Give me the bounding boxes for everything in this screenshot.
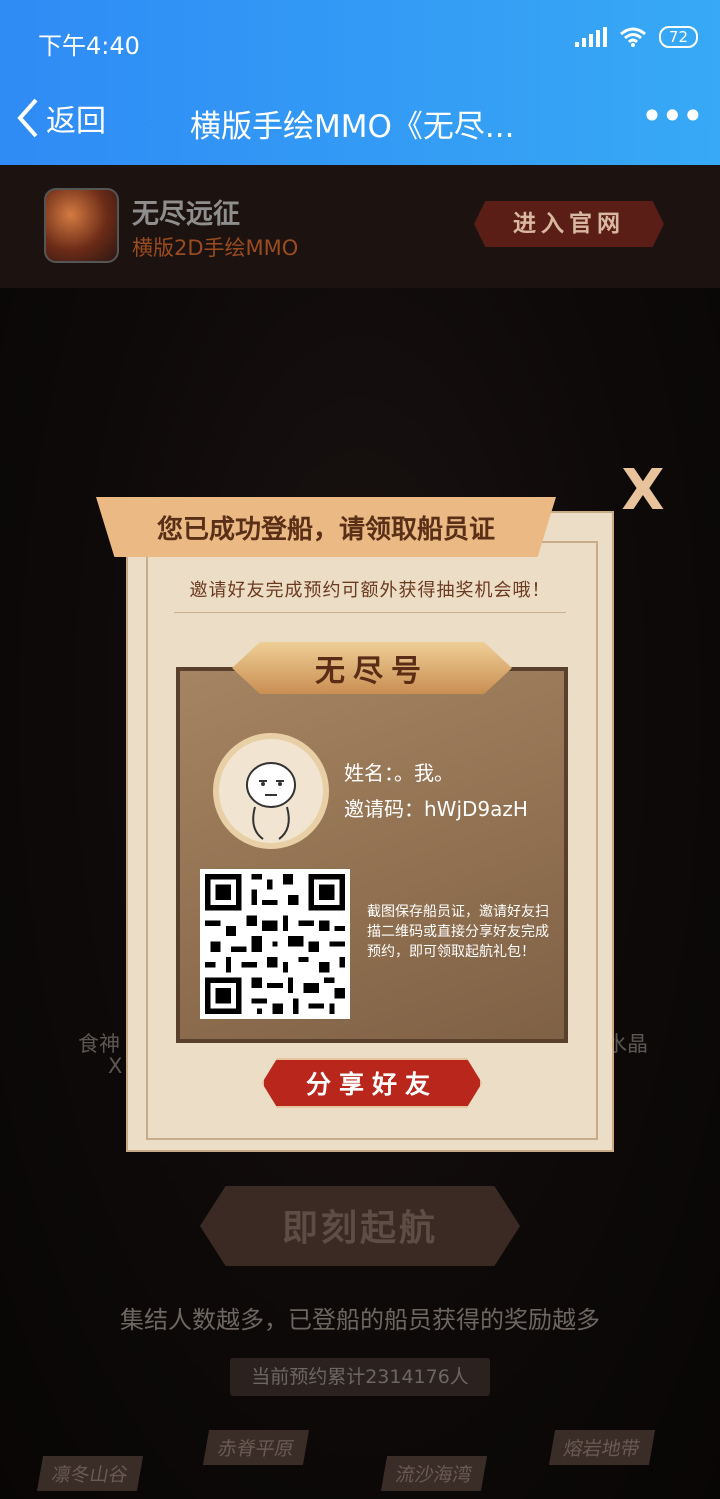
official-site-button[interactable]: 进入官网 — [474, 201, 664, 247]
reservation-count: 当前预约累计2314176人 — [230, 1358, 490, 1396]
share-friends-button[interactable]: 分享好友 — [262, 1058, 482, 1108]
app-name: 无尽远征 — [132, 199, 240, 230]
region-tag[interactable]: 流沙海湾 — [380, 1456, 488, 1491]
left-reward-sub: X — [108, 1054, 123, 1078]
divider — [174, 612, 566, 613]
battery-indicator: 72 — [658, 26, 698, 48]
app-icon[interactable] — [44, 188, 119, 263]
success-ribbon-text: 您已成功登船，请领取船员证 — [156, 514, 495, 545]
status-icons: 72 — [574, 26, 698, 48]
invite-code: 邀请码：hWjD9azH — [344, 797, 528, 821]
app-subtitle: 横版2D手绘MMO — [132, 236, 299, 260]
avatar-face-icon — [246, 762, 296, 840]
ship-name: 无尽号 — [315, 654, 429, 689]
success-ribbon: 您已成功登船，请领取船员证 — [96, 497, 556, 557]
share-instructions: 截图保存船员证，邀请好友扫描二维码或直接分享好友完成预约，即可领取起航礼包！ — [367, 904, 549, 960]
region-tag[interactable]: 熔岩地带 — [548, 1430, 656, 1465]
wifi-icon — [619, 27, 646, 47]
region-tag[interactable]: 赤脊平原 — [202, 1430, 310, 1465]
invite-tip: 邀请好友完成预约可额外获得抽奖机会哦！ — [189, 580, 551, 601]
status-time: 下午4:40 — [38, 32, 140, 60]
more-menu-button[interactable]: ••• — [641, 97, 704, 135]
avatar — [213, 733, 329, 849]
back-label: 返回 — [46, 104, 106, 139]
app-header: 无尽远征 横版2D手绘MMO 进入官网 — [0, 165, 720, 288]
chevron-left-icon — [17, 98, 38, 138]
qr-code-icon — [200, 869, 350, 1019]
top-bar: 下午4:40 72 返回 横版手绘MMO《无尽... ••• — [0, 0, 720, 165]
region-tag[interactable]: 凛冬山谷 — [36, 1456, 144, 1491]
share-button-label: 分享好友 — [305, 1070, 438, 1099]
reward-subtitle: 集结人数越多，已登船的船员获得的奖励越多 — [120, 1306, 600, 1334]
ship-nameplate: 无尽号 — [232, 642, 512, 694]
signal-icon — [574, 27, 607, 47]
close-button[interactable]: X — [614, 463, 672, 519]
page-root: 下午4:40 72 返回 横版手绘MMO《无尽... ••• 无尽远征 横版2D… — [0, 0, 720, 1499]
crew-name: 姓名：。我。 — [344, 761, 454, 785]
qr-code — [200, 869, 350, 1019]
launch-banner-text: 即刻起航 — [281, 1208, 438, 1249]
back-button[interactable]: 返回 — [14, 96, 106, 140]
page-title: 横版手绘MMO《无尽... — [190, 109, 515, 145]
